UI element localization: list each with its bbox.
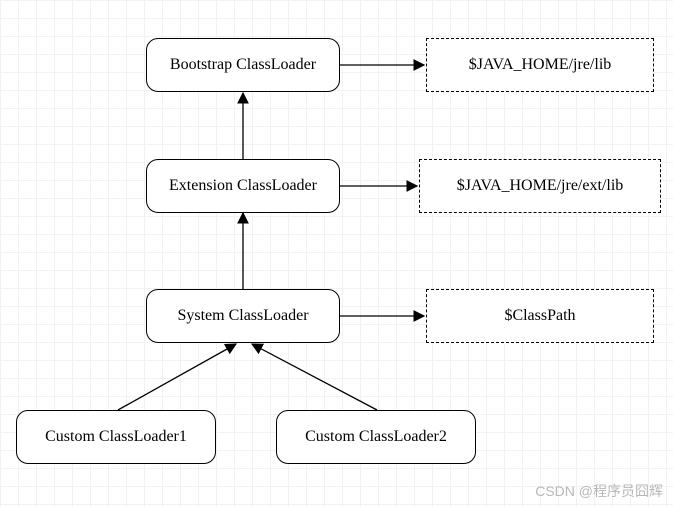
- node-bootstrap: Bootstrap ClassLoader: [146, 38, 340, 92]
- path-extension: $JAVA_HOME/jre/ext/lib: [419, 159, 661, 213]
- node-system: System ClassLoader: [146, 289, 340, 343]
- path-system: $ClassPath: [426, 289, 654, 343]
- watermark: CSDN @程序员囧辉: [535, 481, 663, 501]
- node-extension: Extension ClassLoader: [146, 159, 340, 213]
- node-custom2: Custom ClassLoader2: [276, 410, 476, 464]
- path-bootstrap: $JAVA_HOME/jre/lib: [426, 38, 654, 92]
- node-custom1: Custom ClassLoader1: [16, 410, 216, 464]
